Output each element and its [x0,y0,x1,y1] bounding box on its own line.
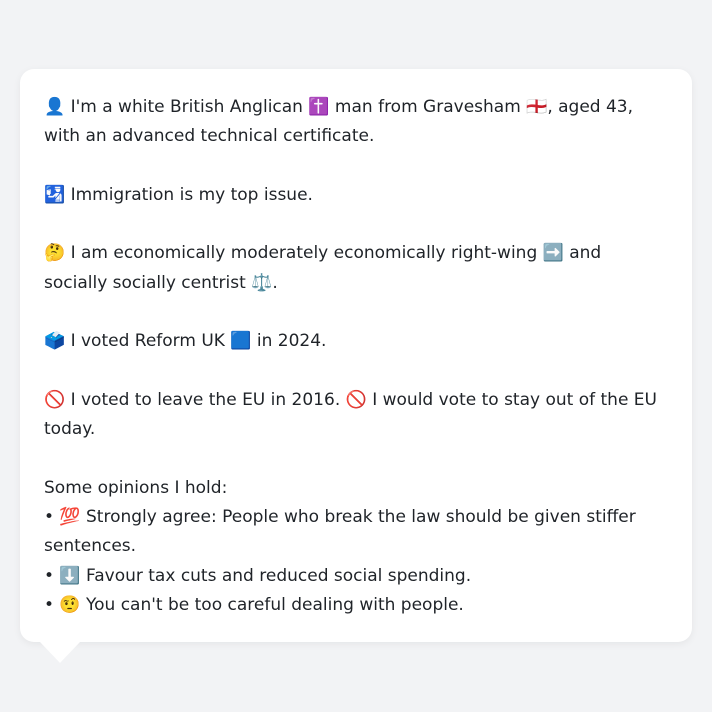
identity-text: 👤 I'm a white British Anglican ✝️ man fr… [44,97,634,147]
ideology-text: 🤔 I am economically moderately economica… [44,243,602,293]
persona-message-bubble: 👤 I'm a white British Anglican ✝️ man fr… [20,69,692,642]
vote-2024-text: 🗳️ I voted Reform UK 🟦 in 2024. [44,331,327,352]
opinion-item: • 🤨 You can't be too careful dealing wit… [44,595,464,616]
eu-vote-text: 🚫 I voted to leave the EU in 2016. 🚫 I w… [44,389,657,440]
bubble-tail [40,642,80,663]
opinion-item: • 💯 Strongly agree: People who break the… [44,507,636,557]
top-issue-text: 🛂 Immigration is my top issue. [44,184,313,205]
opinion-item: • ⬇️ Favour tax cuts and reduced social … [44,565,472,586]
opinions-heading: Some opinions I hold: [44,477,228,498]
